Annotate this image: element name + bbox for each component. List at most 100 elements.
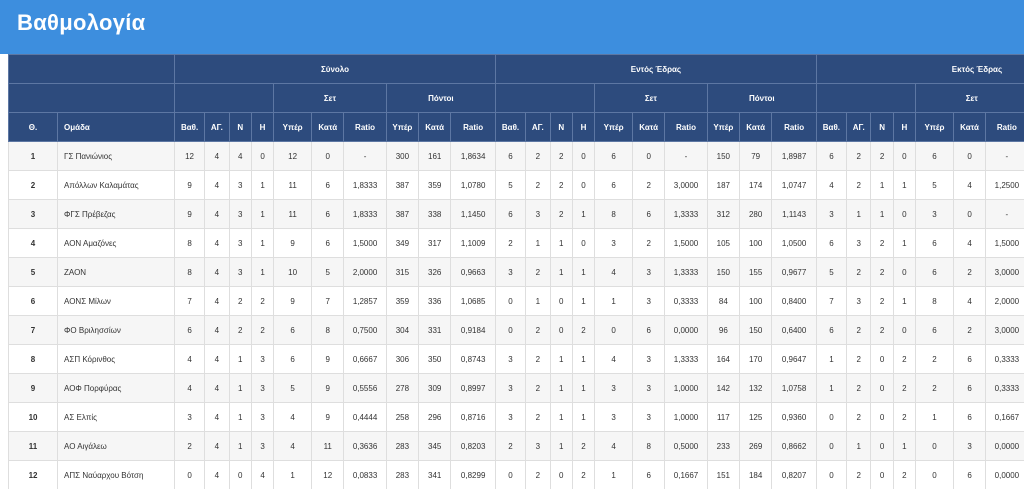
team-name-cell[interactable]: ΑΣΠ Κόρινθος [57, 344, 176, 374]
home-played-cell: 3 [525, 431, 551, 461]
away-points-cell: 0 [815, 460, 847, 489]
team-name-cell[interactable]: ΑΟΦ Πορφύρας [57, 373, 176, 403]
team-name-cell[interactable]: ΖΑΟΝ [57, 257, 176, 287]
total-lost-cell: 2 [250, 315, 275, 345]
column-header-total-points-ratio[interactable]: Ratio [450, 112, 496, 142]
team-name-cell[interactable]: ΓΣ Πανιώνιος [57, 141, 176, 171]
column-header-home-points-ratio[interactable]: Ratio [771, 112, 817, 142]
column-header-home-lost[interactable]: Η [571, 112, 596, 142]
total-won-cell: 0 [228, 460, 252, 489]
away-points-cell: 6 [815, 141, 847, 171]
table-row[interactable]: 6 ΑΟΝΣ Μίλων 7 4 2 2 9 7 1,2857 359 336 1,0685 0 1 0 1 1… [8, 286, 1024, 316]
away-sets-for-cell: 2 [915, 373, 954, 403]
total-played-cell: 4 [204, 344, 230, 374]
column-header-total-won[interactable]: Ν [228, 112, 252, 142]
table-row[interactable]: 7 ΦΟ Βριλησσίων 6 4 2 2 6 8 0,7500 304 331 0,9184 0 2… [8, 315, 1024, 345]
column-header-away-lost[interactable]: Η [892, 112, 917, 142]
column-header-total-sets-against[interactable]: Κατά [311, 112, 345, 142]
away-lost-cell: 1 [892, 286, 917, 316]
column-header-away-points[interactable]: Βαθ. [815, 112, 847, 142]
home-points-against-cell: 184 [738, 460, 773, 489]
total-points-ratio-cell: 1,8634 [450, 141, 496, 171]
away-won-cell: 2 [870, 257, 894, 287]
home-points-for-cell: 312 [706, 199, 740, 229]
column-header-away-sets-against[interactable]: Κατά [952, 112, 987, 142]
table-row[interactable]: 9 ΑΟΦ Πορφύρας 4 4 1 3 5 9 0,5556 278 309 0,8997 3 2 1… [8, 373, 1024, 403]
away-sets-ratio-cell: 1,5000 [985, 228, 1024, 258]
team-name-cell[interactable]: ΑΟΝΣ Μίλων [57, 286, 176, 316]
away-points-cell: 4 [815, 170, 847, 200]
team-name-cell[interactable]: ΑΟ Αιγάλεω [57, 431, 176, 461]
home-lost-cell: 1 [571, 402, 596, 432]
column-header-home-points-against[interactable]: Κατά [738, 112, 773, 142]
away-lost-cell: 0 [892, 257, 917, 287]
column-header-total-sets-for[interactable]: Υπέρ [273, 112, 313, 142]
total-won-cell: 2 [228, 315, 252, 345]
total-played-cell: 4 [204, 199, 230, 229]
column-header-home-played[interactable]: ΑΓ. [525, 112, 551, 142]
table-row[interactable]: 1 ΓΣ Πανιώνιος 12 4 4 0 12 0-300 161 1,8634 6 2 2 0 6 0… [8, 141, 1024, 171]
column-header-total-points-against[interactable]: Κατά [418, 112, 452, 142]
column-header-total-sets-ratio[interactable]: Ratio [343, 112, 387, 142]
home-sets-against-cell: 3 [632, 373, 666, 403]
total-points-ratio-cell: 0,8997 [450, 373, 496, 403]
table-row[interactable]: 8 ΑΣΠ Κόρινθος 4 4 1 3 6 9 0,6667 306 350 0,8743 3 2 1… [8, 344, 1024, 374]
table-row[interactable]: 3 ΦΓΣ Πρέβεζας 9 4 3 1 11 6 1,8333 387 338 1,1450 6 3… [8, 199, 1024, 229]
home-played-cell: 2 [525, 257, 551, 287]
table-row[interactable]: 11 ΑΟ Αιγάλεω 2 4 1 3 4 11 0,3636 283 345 0,8203 2 3 1… [8, 431, 1024, 461]
header-sub-sets: Σετ [594, 83, 708, 113]
column-header-away-won[interactable]: Ν [870, 112, 894, 142]
away-points-cell: 3 [815, 199, 847, 229]
home-played-cell: 2 [525, 344, 551, 374]
table-row[interactable]: 4 ΑΟΝ Αμαζόνες 8 4 3 1 9 6 1,5000 349 317 1,1009 2 1 1… [8, 228, 1024, 258]
column-header-home-sets-ratio[interactable]: Ratio [664, 112, 708, 142]
total-lost-cell: 4 [250, 460, 275, 489]
table-row[interactable]: 5 ΖΑΟΝ 8 4 3 1 10 5 2,0000 315 326 0,9663 3 2 1 1 4 3 1,33… [8, 257, 1024, 287]
home-points-against-cell: 79 [738, 141, 773, 171]
column-header-rank[interactable]: Θ. [8, 112, 59, 142]
team-name-cell[interactable]: ΑΟΝ Αμαζόνες [57, 228, 176, 258]
column-header-home-points[interactable]: Βαθ. [494, 112, 527, 142]
team-name-cell[interactable]: ΦΟ Βριλησσίων [57, 315, 176, 345]
home-points-ratio-cell: 0,8662 [771, 431, 817, 461]
total-sets-for-cell: 9 [273, 228, 313, 258]
column-header-total-points-for[interactable]: Υπέρ [385, 112, 420, 142]
column-header-home-points-for[interactable]: Υπέρ [706, 112, 740, 142]
rank-cell: 1 [8, 141, 59, 171]
total-points-cell: 12 [174, 141, 206, 171]
away-played-cell: 2 [845, 373, 872, 403]
column-header-away-sets-for[interactable]: Υπέρ [915, 112, 954, 142]
column-header-total-lost[interactable]: Η [250, 112, 275, 142]
column-header-away-sets-ratio[interactable]: Ratio [985, 112, 1024, 142]
column-header-total-played[interactable]: ΑΓ. [204, 112, 230, 142]
total-points-against-cell: 331 [418, 315, 452, 345]
column-header-total-points[interactable]: Βαθ. [174, 112, 206, 142]
column-header-home-sets-for[interactable]: Υπέρ [594, 112, 634, 142]
home-played-cell: 1 [525, 228, 551, 258]
team-name-cell[interactable]: ΦΓΣ Πρέβεζας [57, 199, 176, 229]
column-header-team[interactable]: Ομάδα [57, 112, 176, 142]
away-played-cell: 2 [845, 402, 872, 432]
table-row[interactable]: 12 ΑΠΣ Ναύαρχου Βότση 0 4 0 4 1 12 0,0833 283 341 0… [8, 460, 1024, 489]
away-points-cell: 6 [815, 315, 847, 345]
total-sets-for-cell: 6 [273, 344, 313, 374]
table-row[interactable]: 10 ΑΣ Ελπίς 3 4 1 3 4 9 0,4444 258 296 0,8716 3 2 1 1 3 3… [8, 402, 1024, 432]
team-name-cell[interactable]: ΑΣ Ελπίς [57, 402, 176, 432]
team-name-cell[interactable]: Απόλλων Καλαμάτας [57, 170, 176, 200]
table-row[interactable]: 2 Απόλλων Καλαμάτας 9 4 3 1 11 6 1,8333 387 359 1,0… [8, 170, 1024, 200]
home-sets-ratio-cell: 1,5000 [664, 228, 708, 258]
home-sets-for-cell: 4 [594, 431, 634, 461]
home-points-cell: 2 [494, 431, 527, 461]
total-sets-ratio-cell: 1,8333 [343, 170, 387, 200]
team-name-cell[interactable]: ΑΠΣ Ναύαρχου Βότση [57, 460, 176, 489]
home-lost-cell: 1 [571, 199, 596, 229]
column-header-home-sets-against[interactable]: Κατά [632, 112, 666, 142]
total-sets-ratio-cell: 0,4444 [343, 402, 387, 432]
home-points-for-cell: 233 [706, 431, 740, 461]
column-header-away-played[interactable]: ΑΓ. [845, 112, 872, 142]
standings-table-container[interactable]: Σύνολο Εντός Έδρας Εκτός Έδρας Σετ Πόντο… [8, 54, 1024, 489]
rank-cell: 9 [8, 373, 59, 403]
home-won-cell: 1 [549, 344, 573, 374]
home-points-against-cell: 100 [738, 228, 773, 258]
column-header-home-won[interactable]: Ν [549, 112, 573, 142]
